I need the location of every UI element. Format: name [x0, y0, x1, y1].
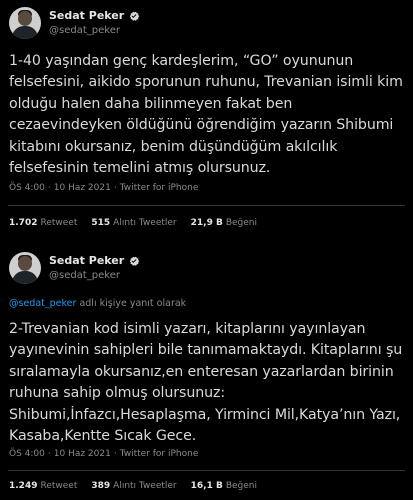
like-count[interactable]: 21,9 B Beğeni: [191, 218, 257, 228]
tweet-meta: ÖS 4:00 · 10 Haz 2021 · Twitter for iPhone: [9, 449, 199, 459]
tweet-time[interactable]: ÖS 4:00: [9, 449, 45, 459]
tweet-time[interactable]: ÖS 4:00: [9, 183, 45, 193]
tweet-stats: 1.249 Retweet 389 Alıntı Tweetler 16,1 B Be…: [9, 481, 271, 491]
avatar[interactable]: [9, 252, 41, 284]
tweet-source[interactable]: Twitter for iPhone: [120, 449, 199, 459]
quote-count[interactable]: 389 Alıntı Tweetler: [91, 481, 176, 491]
avatar[interactable]: [9, 7, 41, 39]
tweet-1: Sedat Peker @sedat_peker 1-40 yaşından g…: [0, 0, 413, 245]
retweet-count[interactable]: 1.702 Retweet: [9, 218, 77, 228]
verified-badge-icon: [129, 11, 140, 21]
divider: [8, 470, 405, 471]
reply-context: @sedat_peker adlı kişiye yanıt olarak: [9, 298, 186, 309]
tweet-source[interactable]: Twitter for iPhone: [120, 183, 199, 193]
tweet-2: Sedat Peker @sedat_peker @sedat_peker ad…: [0, 245, 413, 500]
reply-mention-link[interactable]: @sedat_peker: [9, 298, 76, 309]
tweet-text: 2-Trevanian kod isimli yazarı, kitapları…: [9, 321, 403, 445]
author-name[interactable]: Sedat Peker: [49, 9, 124, 22]
author-name[interactable]: Sedat Peker: [49, 254, 124, 267]
tweet-date[interactable]: 10 Haz 2021: [54, 183, 111, 193]
author-handle[interactable]: @sedat_peker: [49, 270, 120, 281]
reply-context-label: adlı kişiye yanıt olarak: [79, 298, 187, 309]
author-handle[interactable]: @sedat_peker: [49, 25, 120, 36]
like-count[interactable]: 16,1 B Beğeni: [191, 481, 257, 491]
verified-badge-icon: [129, 256, 140, 266]
tweet-text: 1-40 yaşından genç kardeşlerim, “GO” oyu…: [9, 53, 403, 177]
tweet-date[interactable]: 10 Haz 2021: [54, 449, 111, 459]
tweet-meta: ÖS 4:00 · 10 Haz 2021 · Twitter for iPhone: [9, 183, 199, 193]
divider: [8, 205, 405, 206]
tweet-stats: 1.702 Retweet 515 Alıntı Tweetler 21,9 B Be…: [9, 218, 271, 228]
retweet-count[interactable]: 1.249 Retweet: [9, 481, 77, 491]
quote-count[interactable]: 515 Alıntı Tweetler: [91, 218, 176, 228]
